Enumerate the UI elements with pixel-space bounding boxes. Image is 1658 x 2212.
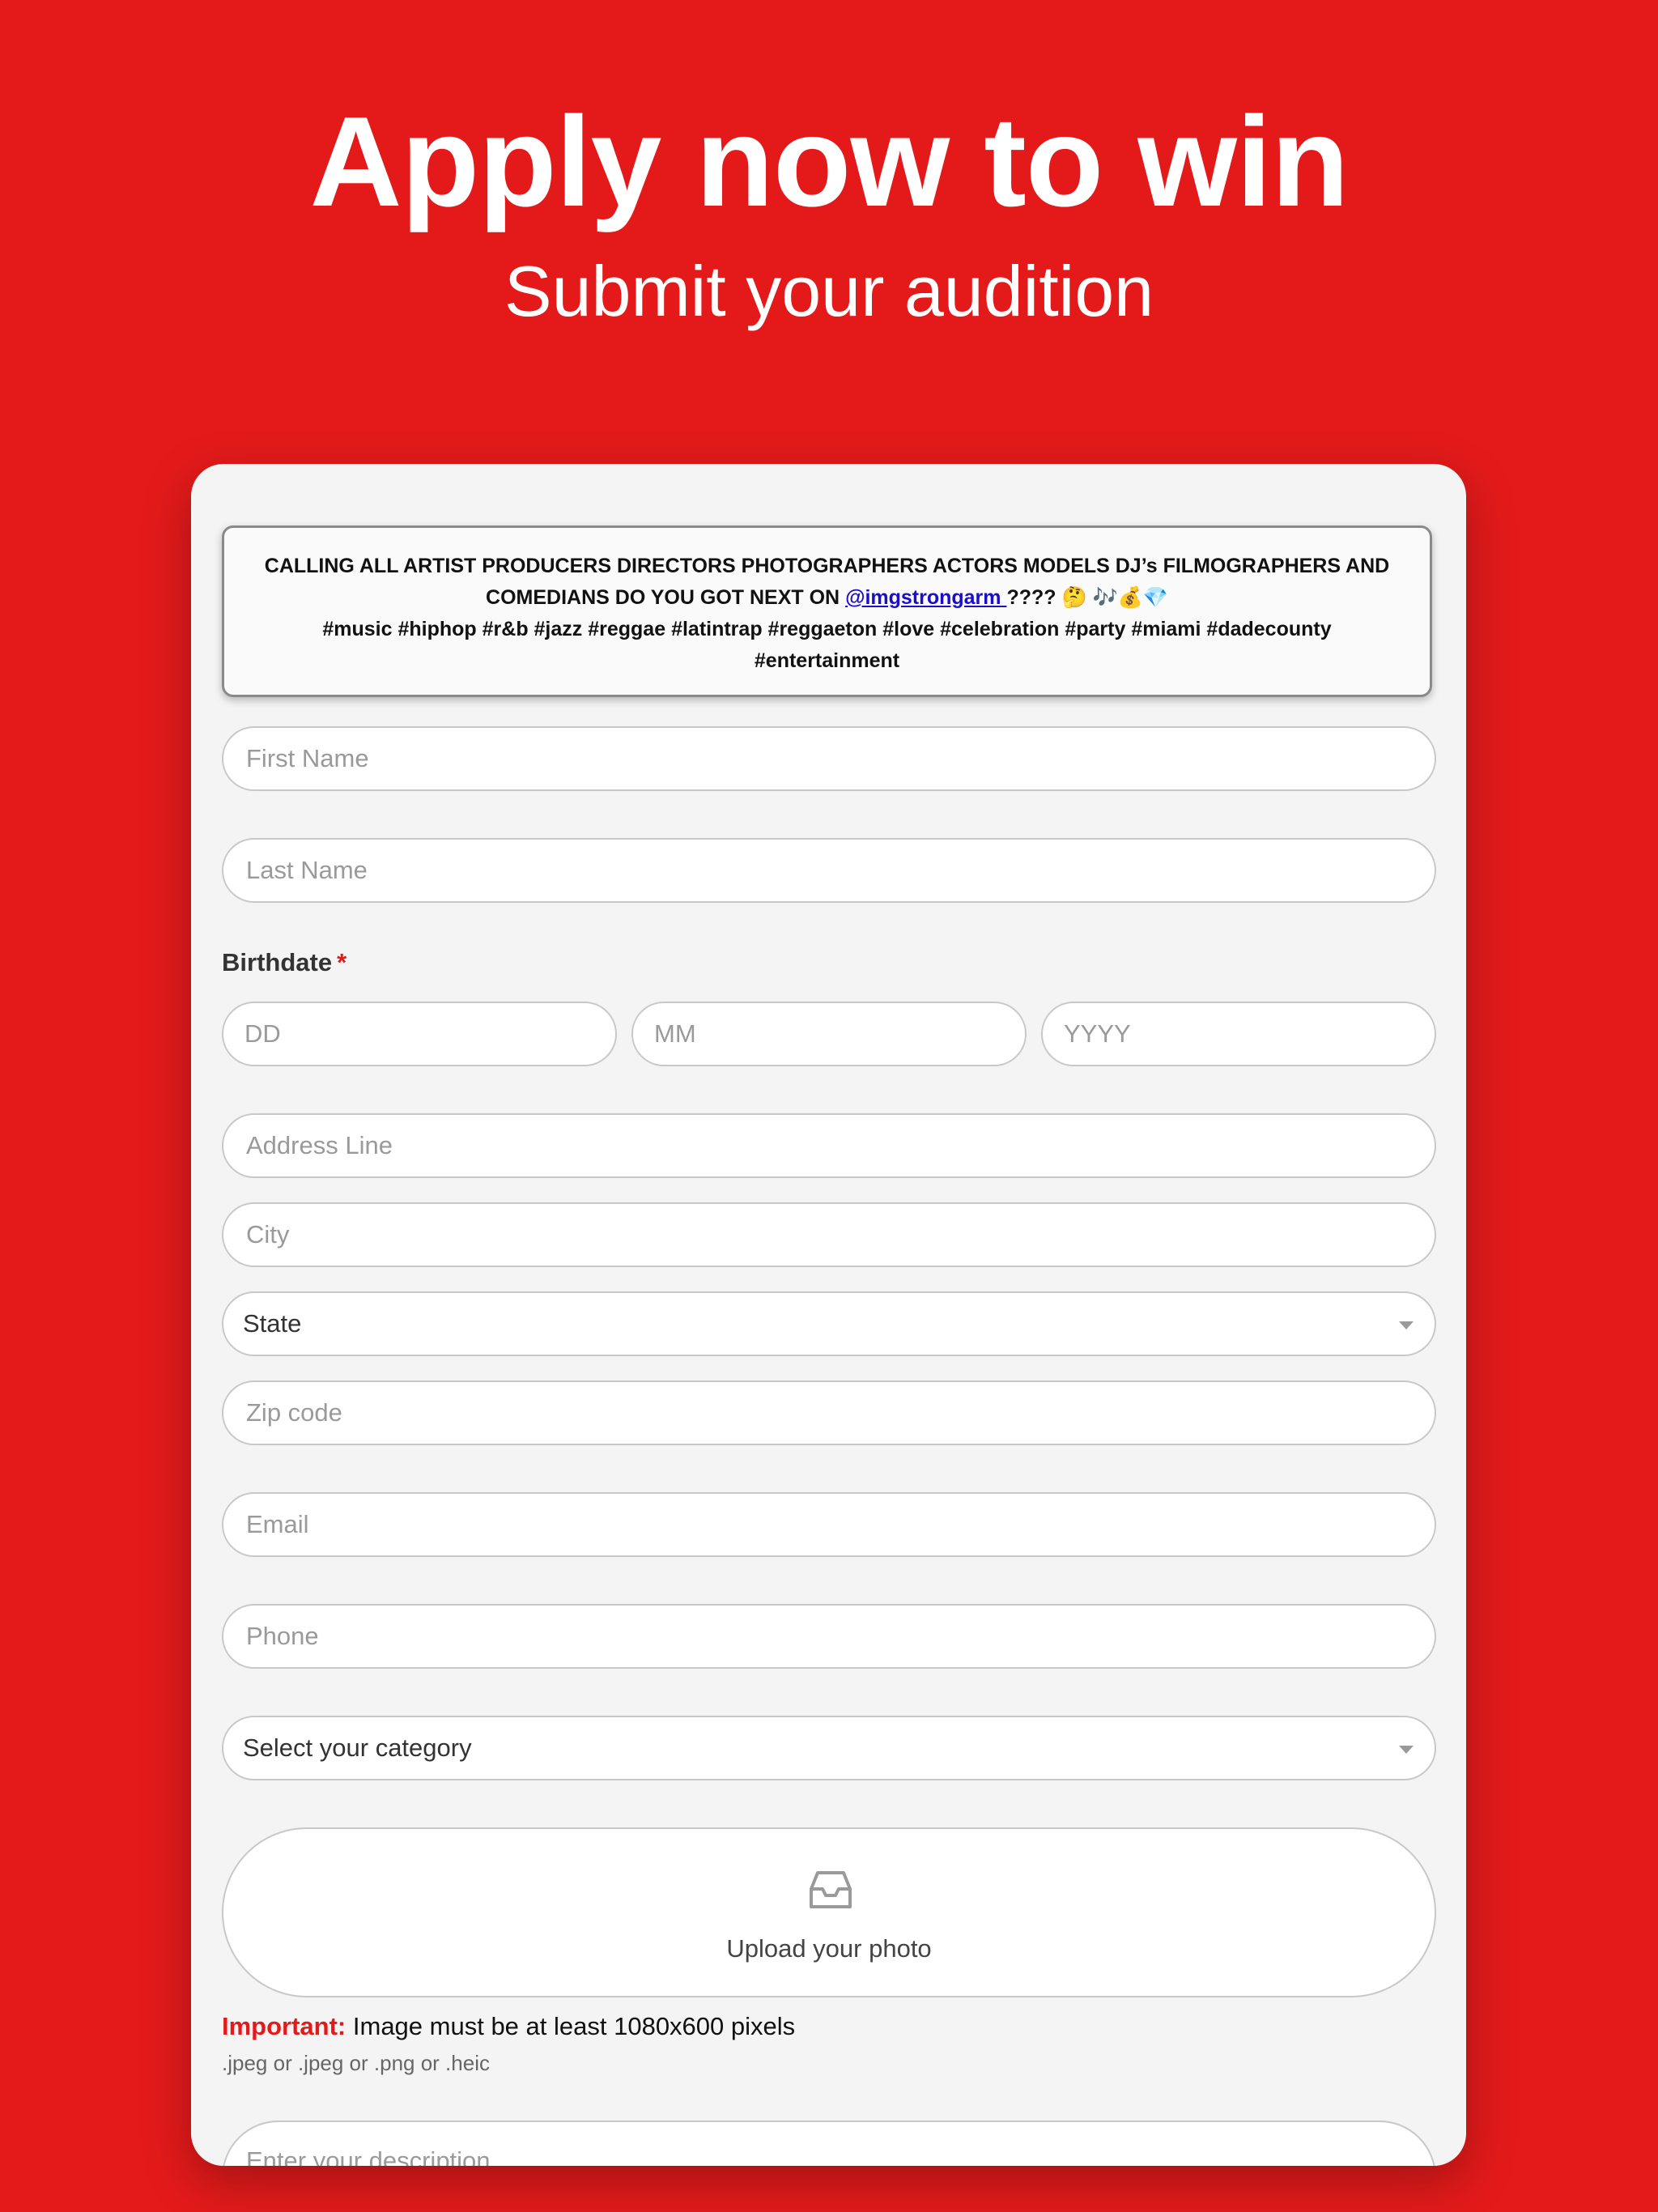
city-input[interactable]: City: [222, 1202, 1436, 1267]
birthdate-month-input[interactable]: MM: [631, 1002, 1027, 1066]
birthdate-label: Birthdate *: [222, 948, 346, 977]
announcement-hashtags: #music #hiphop #r&b #jazz #reggae #latin…: [322, 618, 1332, 672]
phone-input[interactable]: Phone: [222, 1604, 1436, 1669]
instagram-handle-link[interactable]: @imgstrongarm: [845, 586, 1006, 609]
category-select[interactable]: Select your category: [222, 1716, 1436, 1780]
announcement-text: CALLING ALL ARTIST PRODUCERS DIRECTORS P…: [264, 555, 1390, 609]
page-title: Apply now to win: [309, 91, 1350, 233]
first-name-input[interactable]: First Name: [222, 726, 1436, 791]
accepted-formats: .jpeg or .jpeg or .png or .heic: [222, 2051, 490, 2075]
month-placeholder: MM: [654, 1019, 696, 1048]
chevron-down-icon: [1399, 1746, 1414, 1754]
application-form-card: CALLING ALL ARTIST PRODUCERS DIRECTORS P…: [191, 464, 1466, 2166]
birthdate-label-text: Birthdate: [222, 948, 333, 976]
description-placeholder: Enter your description: [246, 2146, 491, 2166]
important-text: Image must be at least 1080x600 pixels: [346, 2012, 796, 2040]
phone-placeholder: Phone: [246, 1622, 319, 1650]
address-input[interactable]: Address Line: [222, 1113, 1436, 1178]
important-label: Important:: [222, 2012, 346, 2040]
last-name-input[interactable]: Last Name: [222, 838, 1436, 903]
upload-photo-label: Upload your photo: [726, 1934, 932, 1963]
day-placeholder: DD: [244, 1019, 281, 1048]
city-placeholder: City: [246, 1220, 290, 1249]
photo-upload-area[interactable]: Upload your photo: [222, 1827, 1436, 1997]
announcement-box: CALLING ALL ARTIST PRODUCERS DIRECTORS P…: [222, 525, 1432, 697]
announcement-emojis: 🤔 🎶💰💎: [1056, 586, 1168, 609]
birthdate-day-input[interactable]: DD: [222, 1002, 617, 1066]
first-name-placeholder: First Name: [246, 744, 369, 772]
zip-code-placeholder: Zip code: [246, 1398, 342, 1427]
birthdate-year-input[interactable]: YYYY: [1041, 1002, 1436, 1066]
description-textarea[interactable]: Enter your description: [222, 2121, 1436, 2166]
image-requirement-note: Important: Image must be at least 1080x6…: [222, 2012, 795, 2041]
state-select[interactable]: State: [222, 1291, 1436, 1356]
zip-code-input[interactable]: Zip code: [222, 1380, 1436, 1445]
last-name-placeholder: Last Name: [246, 856, 368, 884]
category-select-value: Select your category: [243, 1733, 472, 1762]
page-subtitle: Submit your audition: [504, 251, 1154, 331]
email-placeholder: Email: [246, 1510, 309, 1538]
chevron-down-icon: [1399, 1321, 1414, 1329]
inbox-tray-icon: [810, 1871, 852, 1908]
state-select-value: State: [243, 1309, 302, 1338]
email-input[interactable]: Email: [222, 1492, 1436, 1557]
address-placeholder: Address Line: [246, 1131, 393, 1159]
required-asterisk: *: [337, 948, 347, 976]
year-placeholder: YYYY: [1064, 1019, 1131, 1048]
announcement-question: ????: [1006, 586, 1056, 609]
